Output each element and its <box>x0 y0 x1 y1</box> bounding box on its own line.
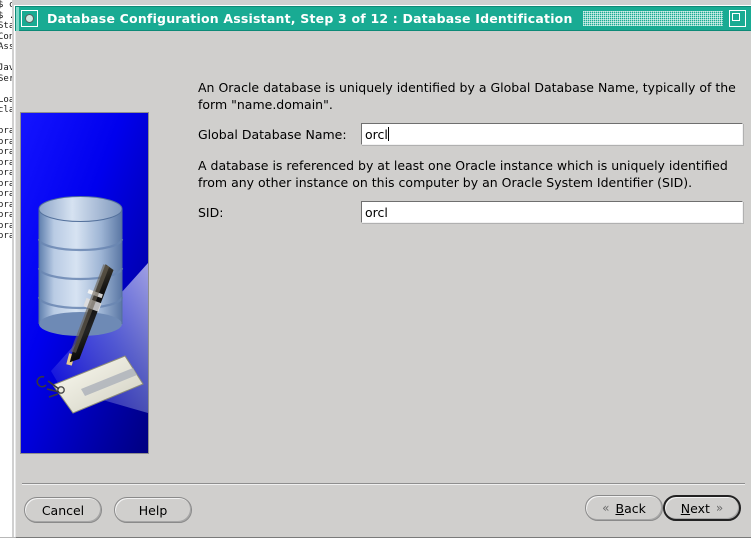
dbca-window: Database Configuration Assistant, Step 3… <box>14 5 751 538</box>
next-rest: ext <box>690 500 710 516</box>
sid-value: orcl <box>365 204 388 220</box>
cylinder-shape <box>37 196 124 336</box>
global-db-name-label: Global Database Name: <box>198 126 347 142</box>
footer-left-buttons: Cancel Help <box>24 497 192 523</box>
illustration-graphic <box>21 113 148 453</box>
back-rest: ack <box>624 500 646 516</box>
maximize-icon[interactable] <box>729 10 746 27</box>
intro-paragraph-sid: A database is referenced by at least one… <box>198 158 728 190</box>
footer-navigation-buttons: « Back Next » <box>585 495 741 521</box>
titlebar-hatch-pattern <box>582 11 723 26</box>
chevron-right-icon: » <box>715 501 724 515</box>
window-titlebar[interactable]: Database Configuration Assistant, Step 3… <box>15 6 751 32</box>
oracle-bead-icon-dot <box>25 14 34 23</box>
footer-separator <box>22 483 745 485</box>
database-cylinder-with-pen-illustration <box>20 112 149 454</box>
next-mnemonic: N <box>680 500 691 516</box>
titlebar-left-accent <box>16 7 19 32</box>
sid-row: SID: orcl <box>198 201 743 223</box>
global-db-name-input[interactable]: orcl <box>361 123 743 145</box>
text-caret <box>387 127 389 141</box>
cancel-button[interactable]: Cancel <box>24 497 102 523</box>
oracle-bead-icon[interactable] <box>21 10 38 27</box>
next-button-label: Next <box>681 501 710 516</box>
help-button[interactable]: Help <box>114 497 192 523</box>
window-client-area: An Oracle database is uniquely identifie… <box>15 31 751 538</box>
back-button-label: Back <box>615 501 645 516</box>
back-button[interactable]: « Back <box>585 495 663 521</box>
global-db-name-row: Global Database Name: orcl <box>198 123 743 145</box>
help-button-label: Help <box>138 502 168 518</box>
intro-paragraph-global-name: An Oracle database is uniquely identifie… <box>198 80 736 112</box>
sid-label: SID: <box>198 204 224 220</box>
sid-input[interactable]: orcl <box>361 201 743 223</box>
chevron-left-icon: « <box>602 501 610 515</box>
form-content: An Oracle database is uniquely identifie… <box>198 79 743 235</box>
next-button[interactable]: Next » <box>663 495 741 521</box>
cancel-button-label: Cancel <box>41 502 85 518</box>
global-db-name-value: orcl <box>365 126 388 142</box>
window-title: Database Configuration Assistant, Step 3… <box>47 11 573 26</box>
back-mnemonic: B <box>615 500 625 516</box>
